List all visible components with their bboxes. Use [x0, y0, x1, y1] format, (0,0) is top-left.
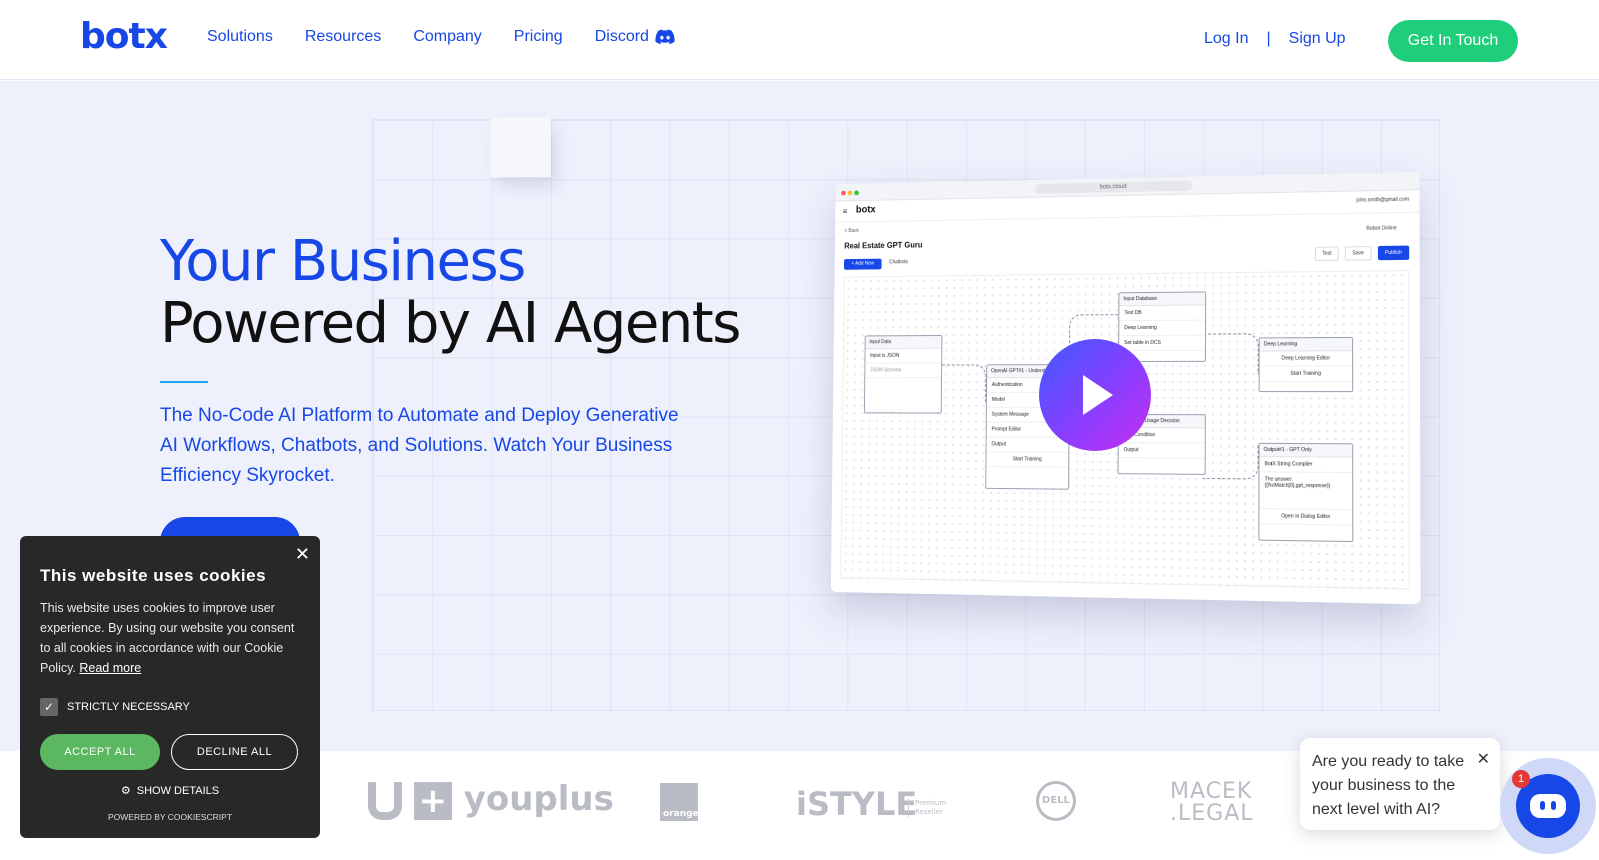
window-dot-yellow — [848, 191, 853, 196]
back-link: < Back — [844, 228, 858, 234]
decline-all-button[interactable]: DECLINE ALL — [171, 734, 298, 770]
decorative-square — [491, 117, 551, 177]
get-in-touch-button[interactable]: Get In Touch — [1388, 20, 1518, 62]
window-dot-green — [854, 190, 859, 195]
node-deep-learning: Deep Learning Deep Learning Editor Start… — [1259, 337, 1354, 392]
auth-links: Log In | Sign Up — [1204, 30, 1346, 48]
play-icon — [1083, 375, 1113, 415]
node-row: Deep Learning Editor — [1260, 351, 1352, 367]
wire — [942, 364, 986, 401]
notification-badge: 1 — [1512, 770, 1530, 788]
hamburger-icon: ≡ — [843, 207, 847, 216]
save-button: Save — [1345, 246, 1371, 261]
logo-macek-legal: MACEK .LEGAL — [1170, 781, 1260, 825]
node-title: Deep Learning — [1260, 338, 1352, 352]
node-row: The answer: {{NoMatch[0].gpt_response}} — [1259, 472, 1352, 510]
node-title: Input Data — [866, 336, 942, 349]
cookie-banner: ✕ This website uses cookies This website… — [20, 536, 320, 838]
strictly-necessary-label: STRICTLY NECESSARY — [67, 701, 190, 713]
logo-youplus: + youplus — [368, 779, 614, 820]
botx-logo[interactable]: botx — [80, 16, 167, 57]
nav-pricing[interactable]: Pricing — [514, 28, 563, 46]
accept-all-button[interactable]: ACCEPT ALL — [40, 734, 160, 770]
node-row: Output — [1119, 443, 1205, 459]
hero-headline-blue: Your Business — [160, 229, 525, 294]
chat-prompt-bubble[interactable]: Are you ready to take your business to t… — [1300, 738, 1500, 830]
node-title: Input Database — [1119, 292, 1205, 306]
nav-resources[interactable]: Resources — [305, 28, 381, 46]
discord-icon — [655, 29, 675, 45]
node-output: Output#1 - GPT Only BotX String Compiler… — [1258, 443, 1353, 542]
hero-subtitle: The No-Code AI Platform to Automate and … — [160, 401, 680, 491]
workflow-title: Real Estate GPT Guru — [844, 241, 922, 251]
node-row: Deep Learning — [1119, 321, 1205, 337]
read-more-link[interactable]: Read more — [79, 661, 141, 675]
hero-divider — [160, 381, 208, 383]
cookie-title: This website uses cookies — [40, 566, 266, 586]
user-email: john.smith@gmail.com — [1356, 197, 1409, 204]
chatbots-select: Chatbots — [889, 259, 908, 265]
strictly-necessary-option[interactable]: ✓ STRICTLY NECESSARY — [40, 698, 190, 716]
browser-url: botx.cloud — [1035, 181, 1193, 194]
bot-eye — [1551, 801, 1556, 810]
node-row: BotX String Compiler — [1259, 457, 1352, 473]
play-video-button[interactable] — [1039, 339, 1151, 451]
auth-separator: | — [1266, 30, 1270, 48]
node-row: Start Training — [986, 452, 1068, 468]
nav-discord[interactable]: Discord — [595, 28, 675, 46]
close-icon[interactable]: ✕ — [295, 544, 310, 565]
logo-dell: DELL — [1036, 781, 1076, 821]
chat-launcher-button[interactable]: 1 — [1500, 758, 1596, 854]
site-header: botx Solutions Resources Company Pricing… — [0, 0, 1599, 80]
node-row: Test DB — [1119, 306, 1205, 322]
publish-button: Publish — [1377, 246, 1409, 261]
node-row: Set table in DCS — [1119, 336, 1205, 351]
main-nav: Solutions Resources Company Pricing Disc… — [207, 28, 707, 46]
show-details-button[interactable]: ⚙ SHOW DETAILS — [20, 784, 320, 797]
window-dot-red — [841, 191, 846, 196]
youplus-plus-icon: + — [414, 782, 452, 820]
nav-company[interactable]: Company — [413, 28, 481, 46]
login-link[interactable]: Log In — [1204, 30, 1248, 48]
mock-actions: Test Save Publish — [1315, 246, 1409, 261]
show-details-label: SHOW DETAILS — [137, 785, 219, 797]
nav-solutions[interactable]: Solutions — [207, 28, 273, 46]
gear-icon: ⚙ — [121, 784, 131, 797]
node-row: Open in Dialog Editor — [1259, 509, 1352, 526]
cookiescript-credit: POWERED BY COOKIESCRIPT — [20, 812, 320, 822]
node-input-data: Input Data Input is JSON JSON Schema — [864, 335, 943, 413]
wire — [1203, 333, 1259, 374]
signup-link[interactable]: Sign Up — [1289, 30, 1346, 48]
hero-headline-black: Powered by AI Agents — [160, 291, 740, 356]
bot-face-icon — [1530, 794, 1566, 818]
robot-online-label: Robot Online — [1366, 225, 1396, 232]
chat-message: Are you ready to take your business to t… — [1312, 753, 1464, 818]
logo-orange: orange — [660, 783, 698, 821]
node-title: Output#1 - GPT Only — [1260, 444, 1353, 458]
logo-istyle: iSTYLE — [796, 785, 917, 823]
nav-discord-label: Discord — [595, 28, 649, 46]
add-new-button: + Add New — [844, 259, 882, 270]
strictly-necessary-checkbox[interactable]: ✓ — [40, 698, 58, 716]
app-logo: botx — [856, 205, 876, 216]
wire — [1203, 445, 1259, 480]
node-row: Output — [987, 437, 1069, 452]
logo-youplus-text: youplus — [464, 779, 614, 819]
logo-premium-reseller: Premium Reseller — [908, 799, 944, 817]
test-button: Test — [1315, 247, 1339, 262]
node-row: Start Training — [1260, 367, 1353, 382]
close-icon[interactable]: ✕ — [1477, 748, 1490, 772]
node-row: JSON Schema — [865, 363, 941, 378]
logo-orange-text: orange — [663, 809, 699, 819]
bot-eye — [1540, 801, 1545, 810]
cookie-text: This website uses cookies to improve use… — [40, 598, 302, 678]
youplus-u-icon — [368, 782, 402, 820]
node-row: Input is JSON — [865, 349, 941, 364]
